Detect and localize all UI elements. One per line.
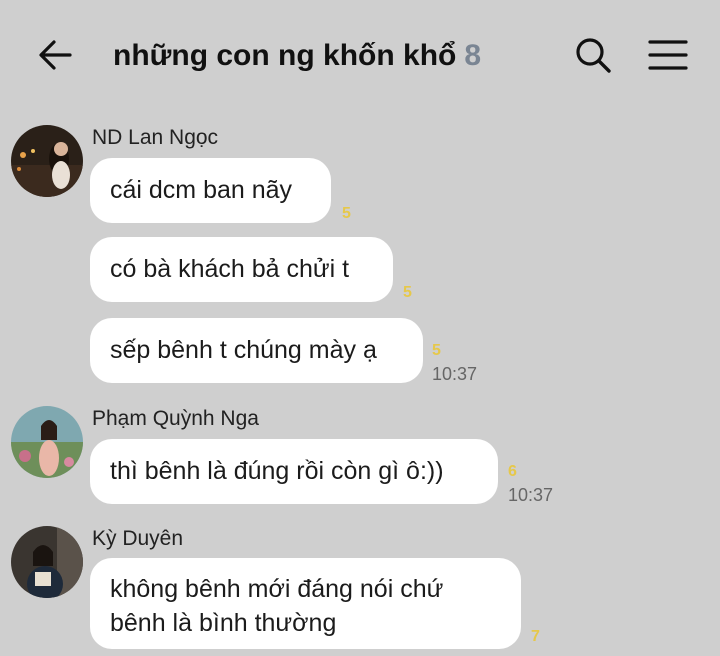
message-bubble[interactable]: cái dcm ban nãy <box>90 158 331 223</box>
read-count: 5 <box>403 284 412 301</box>
read-count: 5 <box>432 342 441 359</box>
sender-name: Kỳ Duyên <box>92 527 184 550</box>
message-bubble[interactable]: thì bênh là đúng rồi còn gì ô:)) <box>90 439 498 504</box>
avatar-photo-icon <box>11 125 83 197</box>
avatar-pham-quynh-nga[interactable] <box>11 406 83 478</box>
message-text: thì bênh là đúng rồi còn gì ô:)) <box>110 457 444 485</box>
message-bubble[interactable]: không bênh mới đáng nói chứ bênh là bình… <box>90 558 521 649</box>
message-time: 10:37 <box>508 485 554 505</box>
hamburger-menu-icon <box>648 40 688 70</box>
menu-button[interactable] <box>646 36 690 74</box>
sender-name: Phạm Quỳnh Nga <box>92 407 259 430</box>
avatar-nd-lan-ngoc[interactable] <box>11 125 83 197</box>
message-time: 10:37 <box>432 364 478 384</box>
arrow-left-icon <box>39 40 72 70</box>
message-text: sếp bênh t chúng mày ạ <box>110 336 377 364</box>
sender-name: ND Lan Ngọc <box>92 126 219 149</box>
read-count: 5 <box>342 205 351 222</box>
chat-header: những con ng khốn khổ 8 <box>0 0 720 108</box>
avatar-photo-icon <box>11 406 83 478</box>
read-count: 7 <box>531 628 540 645</box>
message-text: cái dcm ban nãy <box>110 176 293 204</box>
search-button[interactable] <box>572 34 614 76</box>
message-text: có bà khách bả chửi t <box>110 255 350 283</box>
chat-title: những con ng khốn khổ 8 <box>113 34 481 78</box>
message-bubble[interactable]: sếp bênh t chúng mày ạ <box>90 318 423 383</box>
back-button[interactable] <box>34 34 76 76</box>
member-count: 8 <box>464 39 482 72</box>
message-text: không bênh mới đáng nói chứ bênh là bình… <box>110 575 444 637</box>
avatar-ky-duyen[interactable] <box>11 526 83 598</box>
chat-title-text: những con ng khốn khổ <box>113 39 457 72</box>
read-count: 6 <box>508 463 517 480</box>
message-bubble[interactable]: có bà khách bả chửi t <box>90 237 393 302</box>
search-icon <box>576 38 611 73</box>
avatar-photo-icon <box>11 526 83 598</box>
